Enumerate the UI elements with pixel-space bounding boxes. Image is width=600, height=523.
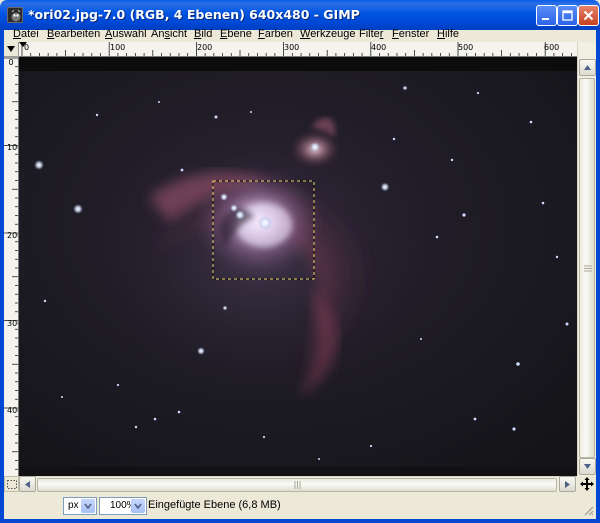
- vertical-scroll-thumb[interactable]: [579, 78, 595, 458]
- menu-fenster[interactable]: Fenster: [392, 28, 429, 40]
- menu-bearbeiten[interactable]: Bearbeiten: [47, 28, 100, 40]
- menu-arrow-icon: [7, 46, 15, 52]
- ruler-pointer-icon: [19, 42, 27, 47]
- navigate-button[interactable]: [578, 476, 596, 492]
- gimp-icon[interactable]: [7, 7, 23, 23]
- menu-bar: Datei Bearbeiten Auswahl Ansicht Bild Eb…: [4, 28, 596, 42]
- scroll-left-button[interactable]: [19, 476, 36, 492]
- resize-grip-icon[interactable]: [582, 504, 594, 516]
- scroll-down-button[interactable]: [579, 458, 596, 475]
- minimize-icon: [542, 18, 549, 20]
- scroll-up-button[interactable]: [579, 59, 596, 76]
- ruler-label: 300: [284, 43, 300, 52]
- ruler-label: 600: [544, 43, 560, 52]
- menu-farben[interactable]: Farben: [258, 28, 293, 40]
- ruler-label: 200: [197, 43, 213, 52]
- menu-filter[interactable]: Filter: [359, 28, 383, 40]
- title-bar[interactable]: *ori02.jpg-7.0 (RGB, 4 Ebenen) 640x480 -…: [0, 0, 600, 30]
- menu-bild[interactable]: Bild: [194, 28, 212, 40]
- maximize-button[interactable]: [557, 5, 578, 26]
- chevron-down-icon: [84, 503, 92, 509]
- window-title: *ori02.jpg-7.0 (RGB, 4 Ebenen) 640x480 -…: [28, 7, 360, 22]
- horizontal-scrollbar[interactable]: [19, 476, 577, 492]
- vertical-ruler[interactable]: 0 100 200 300 400: [4, 57, 19, 476]
- quick-mask-toggle[interactable]: [4, 476, 19, 492]
- ruler-label: 500: [458, 43, 474, 52]
- window-frame-bottom: [0, 519, 600, 523]
- close-icon: [583, 10, 594, 21]
- close-button[interactable]: [578, 5, 599, 26]
- menu-werkzeuge[interactable]: Werkzeuge: [300, 28, 355, 40]
- horizontal-scroll-thumb[interactable]: [37, 478, 557, 492]
- arrow-right-icon: [565, 481, 570, 488]
- minimize-button[interactable]: [536, 5, 557, 26]
- scroll-right-button[interactable]: [559, 476, 576, 492]
- dropdown-arrow[interactable]: [131, 499, 145, 513]
- dropdown-arrow[interactable]: [81, 499, 95, 513]
- ruler-label: 100: [110, 43, 126, 52]
- menu-ansicht[interactable]: Ansicht: [151, 28, 187, 40]
- layer-info-label: Eingefügte Ebene (6,8 MB): [148, 499, 281, 511]
- ruler-label: 400: [7, 406, 18, 415]
- arrow-up-icon: [584, 65, 591, 70]
- ruler-label: 400: [371, 43, 387, 52]
- menu-ebene[interactable]: Ebene: [220, 28, 252, 40]
- ruler-label: 200: [7, 231, 18, 240]
- maximize-icon: [562, 10, 573, 21]
- chevron-down-icon: [134, 503, 142, 509]
- grip-icon: [294, 481, 301, 489]
- menu-datei[interactable]: Datei: [13, 28, 39, 40]
- menu-auswahl[interactable]: Auswahl: [105, 28, 147, 40]
- grip-icon: [584, 265, 592, 272]
- arrow-down-icon: [584, 464, 591, 469]
- zoom-select[interactable]: 100%: [99, 497, 147, 515]
- status-bar: px 100% Eingefügte Ebene (6,8 MB): [4, 492, 596, 519]
- unit-select[interactable]: px: [63, 497, 97, 515]
- ruler-corner-menu-arrow[interactable]: [4, 42, 19, 57]
- ruler-label: 300: [7, 319, 18, 328]
- image-canvas[interactable]: [19, 57, 577, 476]
- ruler-label: 0: [8, 58, 14, 67]
- dotted-square-icon: [7, 480, 17, 489]
- unit-value: px: [68, 500, 79, 511]
- vertical-scrollbar[interactable]: [577, 42, 596, 476]
- menu-hilfe[interactable]: Hilfe: [437, 28, 459, 40]
- navigate-icon: [580, 477, 594, 491]
- window-frame-right: [596, 30, 600, 523]
- horizontal-ruler[interactable]: 0 100 200 300 400 500 600: [19, 42, 577, 57]
- orion-nebula-image: [19, 57, 577, 476]
- ruler-label: 100: [7, 143, 18, 152]
- arrow-left-icon: [25, 481, 30, 488]
